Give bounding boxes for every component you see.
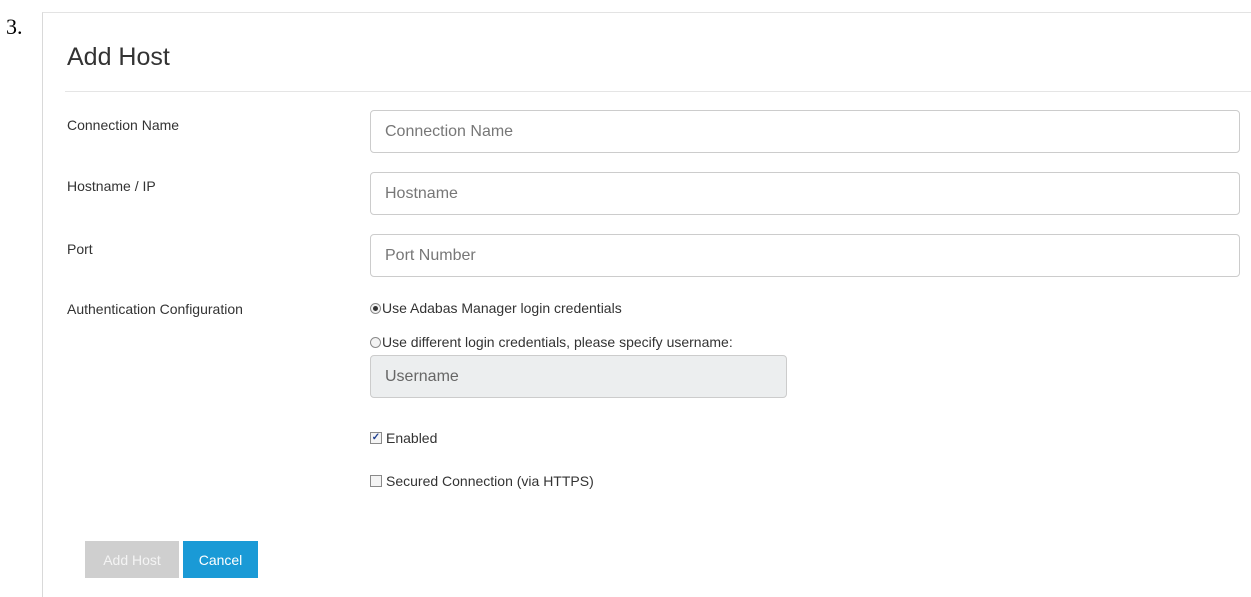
port-input[interactable] xyxy=(370,234,1240,277)
auth-option-different-label: Use different login credentials, please … xyxy=(382,334,733,350)
checkbox-unchecked-icon[interactable] xyxy=(370,475,382,487)
title-divider xyxy=(65,91,1251,92)
connection-name-label: Connection Name xyxy=(67,117,180,133)
hostname-label: Hostname / IP xyxy=(67,178,156,194)
connection-name-input[interactable] xyxy=(370,110,1240,153)
secured-connection-label: Secured Connection (via HTTPS) xyxy=(386,473,594,489)
auth-option-different-credentials[interactable]: Use different login credentials, please … xyxy=(370,334,733,350)
secured-connection-checkbox-row[interactable]: Secured Connection (via HTTPS) xyxy=(370,473,594,489)
auth-option-manager-label: Use Adabas Manager login credentials xyxy=(382,300,622,316)
username-input[interactable] xyxy=(370,355,787,398)
page-title: Add Host xyxy=(67,43,170,71)
radio-selected-icon[interactable] xyxy=(370,302,381,314)
auth-option-manager-credentials[interactable]: Use Adabas Manager login credentials xyxy=(370,300,622,316)
enabled-checkbox-row[interactable]: ✓ Enabled xyxy=(370,430,437,446)
enabled-label: Enabled xyxy=(386,430,438,446)
port-label: Port xyxy=(67,241,93,257)
cancel-button[interactable]: Cancel xyxy=(183,541,258,578)
hostname-input[interactable] xyxy=(370,172,1240,215)
add-host-button[interactable]: Add Host xyxy=(85,541,179,578)
checkbox-checked-icon[interactable]: ✓ xyxy=(370,432,382,444)
add-host-panel: Add Host Connection Name Hostname / IP P… xyxy=(42,12,1251,597)
authentication-label: Authentication Configuration xyxy=(67,301,243,317)
radio-unselected-icon[interactable] xyxy=(370,336,381,348)
step-number: 3. xyxy=(6,14,23,39)
